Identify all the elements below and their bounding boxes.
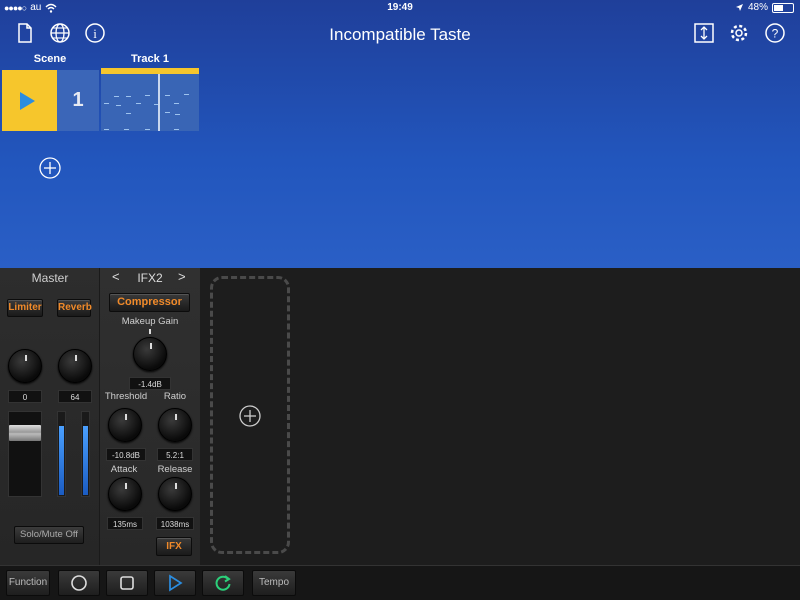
tempo-button[interactable]: Tempo	[252, 570, 296, 596]
master-strip: Master Limiter Reverb 0 64 Solo/Mute Off	[0, 268, 100, 565]
svg-text:?: ?	[772, 27, 779, 41]
playhead	[158, 74, 160, 131]
master-title: Master	[31, 271, 69, 285]
transport-bar: Function Tempo	[0, 565, 800, 600]
master-fader-track	[8, 411, 42, 497]
stop-icon	[120, 576, 134, 590]
makeup-gain-label: Makeup Gain	[121, 316, 179, 327]
solo-mute-button[interactable]: Solo/Mute Off	[14, 526, 84, 544]
master-knob-left-value: 0	[8, 390, 42, 403]
attack-value: 135ms	[107, 517, 143, 530]
ifx-strip: < IFX2 > Compressor Makeup Gain -1.4dB T…	[100, 268, 200, 565]
function-button[interactable]: Function	[6, 570, 50, 596]
loop-button[interactable]	[202, 570, 244, 596]
ratio-label: Ratio	[163, 391, 187, 402]
ratio-value: 5.2:1	[157, 448, 193, 461]
gear-icon[interactable]	[728, 22, 750, 44]
track-area	[200, 268, 800, 565]
add-scene-icon[interactable]	[39, 157, 61, 179]
threshold-label: Threshold	[104, 391, 148, 402]
clip-cell[interactable]	[101, 74, 199, 131]
page-title: Incompatible Taste	[329, 25, 471, 44]
location-arrow-icon	[735, 4, 743, 11]
threshold-value: -10.8dB	[106, 448, 146, 461]
ifx-button[interactable]: IFX	[156, 537, 192, 556]
makeup-gain-value: -1.4dB	[129, 377, 171, 390]
release-value: 1038ms	[156, 517, 194, 530]
help-icon[interactable]: ?	[764, 22, 786, 44]
play-icon	[169, 574, 183, 592]
play-button[interactable]	[154, 570, 196, 596]
arrangement-area: ●●●●○ au 19:49 48% i Incompatible Taste …	[0, 0, 800, 268]
track-header[interactable]: Track 1	[100, 53, 200, 65]
limiter-button[interactable]: Limiter	[7, 299, 43, 317]
release-label: Release	[157, 464, 193, 475]
status-bar: ●●●●○ au 19:49 48%	[0, 0, 800, 16]
scene-play-button[interactable]	[2, 70, 57, 131]
battery-percent: 48%	[747, 2, 768, 13]
ratio-knob[interactable]	[158, 408, 192, 442]
master-knob-right-value: 64	[58, 390, 92, 403]
record-icon	[71, 575, 87, 591]
master-knob-right[interactable]	[58, 349, 92, 383]
level-meter-right	[81, 411, 90, 497]
ifx-next-button[interactable]: >	[178, 269, 186, 284]
master-fader-handle[interactable]	[9, 425, 41, 441]
level-meter-left	[57, 411, 66, 497]
nav-bar: i Incompatible Taste ?	[0, 16, 800, 50]
attack-knob[interactable]	[108, 477, 142, 511]
threshold-knob[interactable]	[108, 408, 142, 442]
reverb-button[interactable]: Reverb	[57, 299, 92, 317]
master-knob-left[interactable]	[8, 349, 42, 383]
record-button[interactable]	[58, 570, 100, 596]
clock: 19:49	[387, 2, 413, 13]
stop-button[interactable]	[106, 570, 148, 596]
add-track-icon[interactable]	[239, 405, 261, 427]
attack-label: Attack	[110, 464, 138, 475]
scene-number[interactable]: 1	[57, 70, 99, 131]
scene-header: Scene	[33, 53, 67, 65]
makeup-gain-knob[interactable]	[133, 337, 167, 371]
battery-icon	[772, 2, 794, 13]
knob-tick-marker	[149, 329, 151, 334]
loop-icon	[215, 575, 231, 591]
compressor-button[interactable]: Compressor	[109, 293, 190, 312]
mixer-panel: Master Limiter Reverb 0 64 Solo/Mute Off…	[0, 268, 200, 565]
release-knob[interactable]	[158, 477, 192, 511]
resize-vertical-icon[interactable]	[693, 22, 715, 44]
play-icon	[20, 92, 35, 110]
